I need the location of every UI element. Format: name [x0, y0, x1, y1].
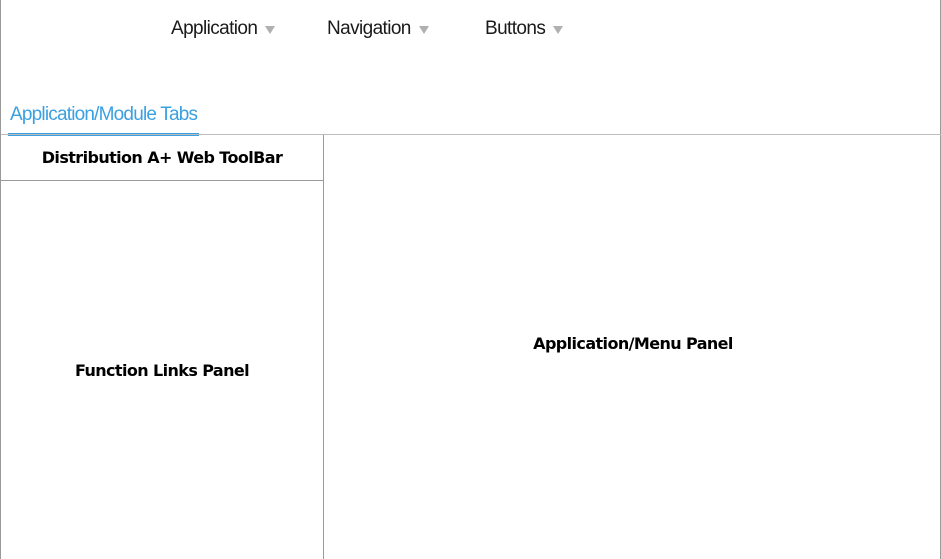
caret-down-icon [553, 26, 564, 34]
main-panel-label: Application/Menu Panel [533, 333, 733, 353]
menu-application-label: Application [171, 18, 258, 39]
menu-navigation-label: Navigation [327, 18, 411, 39]
menu-buttons-label: Buttons [485, 18, 546, 39]
app-window: Application Navigation Buttons Applicati… [0, 0, 941, 559]
toolbar-title: Distribution A+ Web ToolBar [1, 135, 323, 181]
top-menu-bar: Application Navigation Buttons [1, 18, 941, 48]
caret-down-icon [265, 26, 276, 34]
left-panel: Distribution A+ Web ToolBar Function Lin… [1, 135, 324, 559]
function-links-panel: Function Links Panel [74, 360, 250, 380]
application-menu-panel: Application/Menu Panel [324, 135, 941, 559]
menu-buttons[interactable]: Buttons [485, 18, 564, 40]
menu-application[interactable]: Application [171, 18, 276, 40]
menu-navigation[interactable]: Navigation [327, 18, 429, 40]
caret-down-icon [418, 26, 429, 34]
tab-application-module[interactable]: Application/Module Tabs [8, 104, 200, 136]
